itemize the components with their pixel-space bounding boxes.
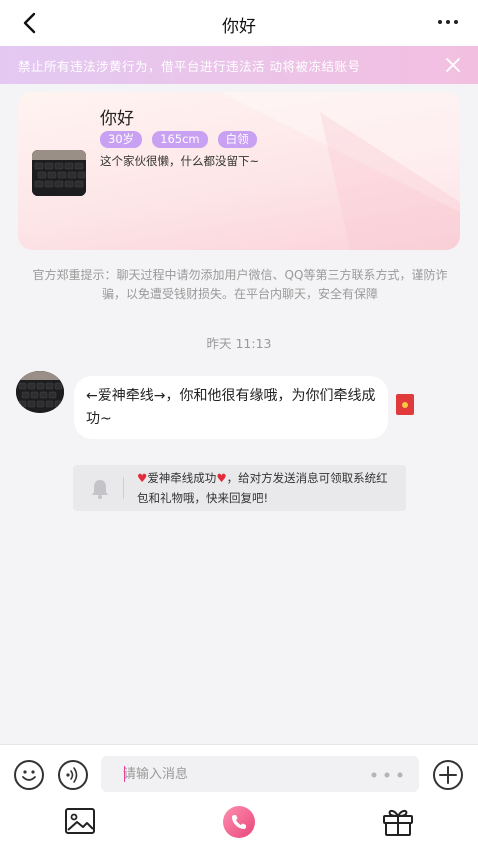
heart-icon: ♥: [216, 471, 227, 485]
close-icon[interactable]: [446, 58, 460, 72]
age-tag: 30岁: [100, 131, 143, 148]
ellipsis-icon[interactable]: [434, 14, 462, 30]
page-title: 你好: [222, 17, 256, 37]
voice-icon: [66, 767, 78, 783]
official-warning: 官方郑重提示：聊天过程中请勿添加用户微信、QQ等第三方联系方式，谨防诈骗，以免遭…: [32, 268, 448, 301]
height-tag: 165cm: [152, 131, 208, 148]
system-notice: ♥爱神牵线成功♥，给对方发送消息可领取系统红包和礼物哦，快来回复吧!: [73, 465, 406, 511]
gift-icon[interactable]: [381, 805, 415, 837]
bell-icon: [92, 480, 108, 499]
card-decoration: [220, 92, 460, 250]
plus-button[interactable]: [433, 760, 463, 790]
profile-bio: 这个家伙很懒，什么都没留下~: [100, 154, 260, 168]
call-button[interactable]: [223, 806, 255, 838]
phone-icon: [232, 815, 246, 829]
notice-divider: [123, 477, 124, 499]
emoji-button[interactable]: [14, 760, 44, 790]
top-nav-bar: 你好: [0, 0, 478, 46]
voice-button[interactable]: [58, 760, 88, 790]
message-bubble[interactable]: ←爱神牵线→，你和他很有缘哦，为你们牵线成功~: [74, 376, 388, 439]
sender-avatar[interactable]: [16, 371, 64, 413]
heart-icon: ♥: [137, 471, 148, 485]
notice-text: 禁止所有违法涉黄行为，借平台进行违法活 动将被冻结账号: [18, 59, 361, 74]
keyboard-photo: [32, 150, 86, 196]
profile-name: 你好: [100, 109, 134, 129]
input-caret: [124, 766, 125, 782]
profile-tags: 30岁 165cm 白领: [100, 131, 257, 148]
red-packet-icon[interactable]: [396, 394, 414, 415]
notice-banner: 禁止所有违法涉黄行为，借平台进行违法活 动将被冻结账号: [0, 46, 478, 84]
input-bar: [0, 744, 478, 851]
emoji-icon: [22, 770, 36, 781]
message-timestamp: 昨天 11:13: [206, 336, 272, 351]
occupation-tag: 白领: [217, 131, 257, 148]
system-notice-text: ♥爱神牵线成功♥，给对方发送消息可领取系统红包和礼物哦，快来回复吧!: [137, 468, 399, 508]
profile-card[interactable]: 你好 30岁 165cm 白领 这个家伙很懒，什么都没留下~: [18, 92, 460, 250]
profile-avatar[interactable]: [32, 150, 86, 196]
message-text: ←爱神牵线→，你和他很有缘哦，为你们牵线成功~: [86, 388, 376, 427]
ellipsis-icon[interactable]: [370, 771, 404, 779]
system-notice-highlight: 爱神牵线成功: [147, 471, 217, 485]
plus-icon: [439, 766, 457, 784]
keyboard-photo: [16, 371, 64, 413]
image-icon[interactable]: [64, 807, 96, 835]
